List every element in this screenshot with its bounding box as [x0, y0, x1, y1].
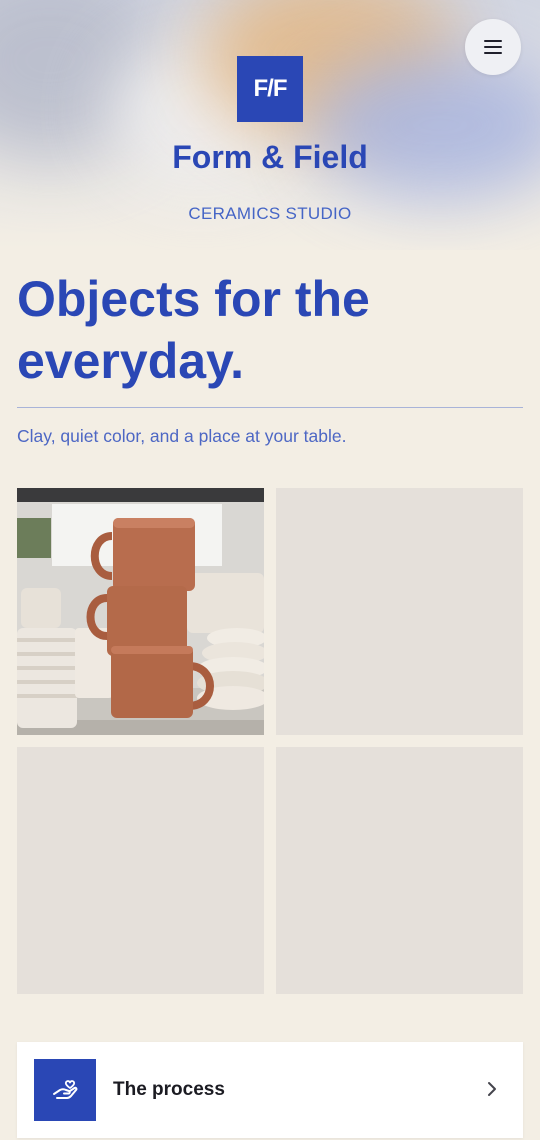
- mugs-photo: [17, 488, 264, 735]
- hero-title: Objects for the everyday.: [17, 271, 370, 389]
- menu-button[interactable]: [465, 19, 521, 75]
- brand-tagline: CERAMICS STUDIO: [188, 204, 352, 223]
- gallery-tile-photo[interactable]: [17, 488, 264, 735]
- process-icon-box: [34, 1059, 96, 1121]
- gallery-tile-placeholder[interactable]: [276, 747, 523, 994]
- process-card[interactable]: The process: [17, 1042, 523, 1138]
- process-label: The process: [113, 1079, 225, 1100]
- chevron-right-icon[interactable]: [486, 1080, 498, 1098]
- brand-name: Form & Field: [172, 139, 368, 175]
- gallery-tile-placeholder[interactable]: [17, 747, 264, 994]
- divider: [17, 407, 523, 408]
- hand-holding-icon: [53, 1080, 78, 1099]
- hamburger-menu-icon: [484, 40, 502, 42]
- logo[interactable]: F/F: [237, 56, 303, 122]
- hero-subtitle: Clay, quiet color, and a place at your t…: [17, 426, 347, 446]
- gallery-tile-placeholder[interactable]: [276, 488, 523, 735]
- logo-text: F/F: [253, 75, 288, 102]
